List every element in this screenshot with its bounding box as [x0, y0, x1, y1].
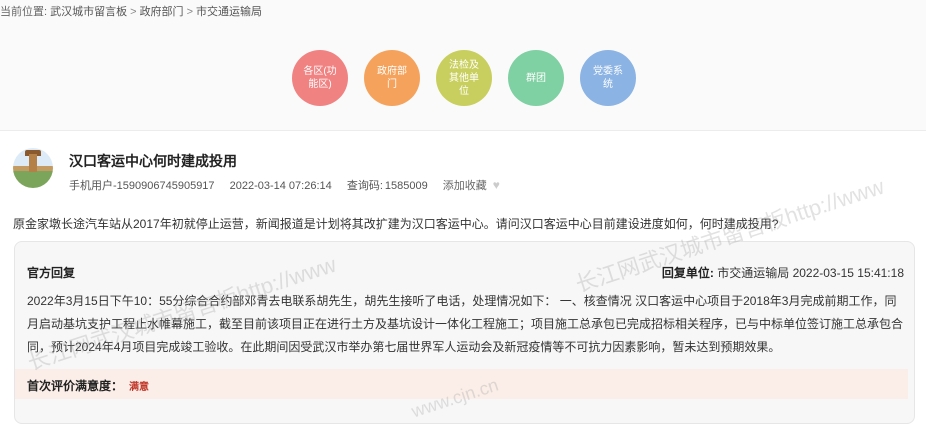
post-user: 手机用户-1590906745905917 — [69, 180, 215, 192]
category-label: 各区(功能区) — [303, 66, 337, 90]
category-district-button[interactable]: 各区(功能区) — [292, 50, 348, 106]
category-label: 政府部门 — [377, 66, 407, 90]
official-reply: 官方回复 回复单位: 市交通运输局 2022-03-15 15:41:18 20… — [14, 241, 915, 424]
category-judicial-button[interactable]: 法检及其他单位 — [436, 50, 492, 106]
post-datetime: 2022-03-14 07:26:14 — [229, 180, 332, 192]
rating-value: 满意 — [129, 382, 149, 393]
reply-info: 回复单位: 市交通运输局 2022-03-15 15:41:18 — [662, 264, 904, 281]
add-favorite-button[interactable]: 添加收藏 — [443, 180, 487, 192]
rating-label: 首次评价满意度： — [27, 379, 124, 393]
query-code-value: 1585009 — [384, 180, 428, 192]
category-government-button[interactable]: 政府部门 — [364, 50, 420, 106]
rating-bar: 首次评价满意度： 满意 — [15, 369, 908, 399]
category-label: 群团 — [526, 72, 546, 84]
avatar-tower — [29, 154, 37, 172]
post-meta: 手机用户-1590906745905917 2022-03-14 07:26:1… — [69, 177, 512, 193]
post-title: 汉口客运中心何时建成投用 — [69, 153, 237, 169]
breadcrumb-item-gov[interactable]: 政府部门 — [140, 6, 184, 18]
reply-datetime: 2022-03-15 15:41:18 — [792, 266, 904, 280]
avatar — [13, 148, 53, 188]
reply-label: 官方回复 — [27, 266, 76, 280]
category-party-button[interactable]: 党委系统 — [580, 50, 636, 106]
reply-unit: 市交通运输局 — [717, 266, 790, 280]
breadcrumb-separator: > — [130, 6, 137, 18]
reply-unit-label: 回复单位: — [661, 266, 714, 280]
breadcrumb: 当前位置: 武汉城市留言板 > 政府部门 > 市交通运输局 — [0, 3, 262, 19]
reply-body: 2022年3月15日下午10：55分综合合约部邓青去电联系胡先生，胡先生接听了电… — [27, 294, 904, 354]
breadcrumb-label: 当前位置: — [0, 6, 48, 18]
breadcrumb-separator: > — [186, 6, 193, 18]
heart-icon[interactable]: ♥ — [493, 178, 500, 192]
query-code-label: 查询码: — [346, 180, 383, 192]
post-card: 汉口客运中心何时建成投用 手机用户-1590906745905917 2022-… — [0, 130, 926, 424]
question-text: 原金家墩长途汽车站从2017年初就停止运营，新闻报道是计划将其改扩建为汉口客运中… — [13, 217, 779, 231]
breadcrumb-item-transport[interactable]: 市交通运输局 — [196, 6, 262, 18]
category-label: 党委系统 — [593, 66, 623, 90]
query-code: 查询码: 1585009 — [347, 180, 428, 192]
breadcrumb-item-board[interactable]: 武汉城市留言板 — [50, 6, 127, 18]
category-mass-org-button[interactable]: 群团 — [508, 50, 564, 106]
category-label: 法检及其他单位 — [449, 59, 479, 97]
